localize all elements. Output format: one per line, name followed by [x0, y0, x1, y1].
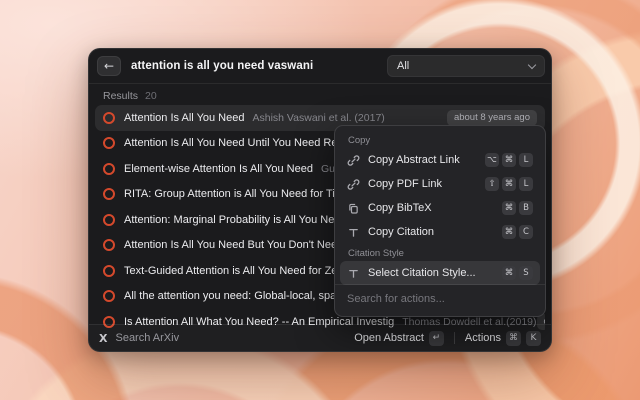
section-header-copy: Copy	[340, 131, 540, 148]
arxiv-result-icon	[103, 290, 115, 302]
cmd-keycap: ⌘	[506, 331, 521, 346]
menu-item-label: Copy BibTeX	[368, 202, 432, 214]
filter-dropdown[interactable]: All	[387, 55, 545, 77]
arxiv-result-icon	[103, 163, 115, 175]
menu-item-label: Select Citation Style...	[368, 267, 476, 279]
back-button[interactable]: ←	[97, 56, 121, 76]
launcher-window: ← attention is all you need vaswani All …	[88, 48, 552, 352]
shift-keycap: ⇧	[485, 177, 499, 191]
menu-item-label: Copy PDF Link	[368, 178, 442, 190]
menu-item-copy-bibtex[interactable]: Copy BibTeX ⌘ B	[340, 196, 540, 220]
cmd-keycap: ⌘	[502, 225, 516, 239]
cmd-keycap: ⌘	[502, 201, 516, 215]
s-keycap: S	[519, 266, 533, 280]
actions-button[interactable]: Actions	[465, 332, 501, 344]
text-icon	[347, 267, 360, 280]
copy-icon	[347, 202, 360, 215]
menu-item-label: Copy Abstract Link	[368, 154, 460, 166]
actions-panel: Copy Copy Abstract Link ⌥ ⌘ L Copy PDF L…	[334, 125, 546, 317]
cmd-keycap: ⌘	[502, 177, 516, 191]
result-title: Element-wise Attention Is All You Need	[124, 163, 313, 175]
c-keycap: C	[519, 225, 533, 239]
l-keycap: L	[519, 177, 533, 191]
arxiv-logo-icon: X	[99, 332, 107, 345]
arxiv-result-icon	[103, 214, 115, 226]
section-header-citation-style: Citation Style	[340, 244, 540, 261]
arxiv-result-icon	[103, 188, 115, 200]
arxiv-result-icon	[103, 112, 115, 124]
results-label: Results	[103, 90, 138, 102]
shortcut-keys: ⇧ ⌘ L	[485, 177, 533, 191]
menu-divider	[335, 284, 545, 285]
chevron-down-icon	[528, 60, 536, 68]
cmd-keycap: ⌘	[502, 153, 516, 167]
result-subtitle: Ashish Vaswani et al. (2017)	[252, 112, 384, 124]
shortcut-keys: ⌥ ⌘ L	[485, 153, 533, 167]
footer-source-label: Search ArXiv	[115, 332, 179, 344]
cmd-keycap: ⌘	[502, 266, 516, 280]
open-abstract-action[interactable]: Open Abstract	[354, 332, 424, 344]
menu-item-copy-abstract-link[interactable]: Copy Abstract Link ⌥ ⌘ L	[340, 148, 540, 172]
shortcut-keys: ⌘ C	[502, 225, 533, 239]
link-icon	[347, 154, 360, 167]
results-header: Results 20	[103, 90, 157, 102]
arxiv-result-icon	[103, 265, 115, 277]
option-keycap: ⌥	[485, 153, 499, 167]
filter-dropdown-value: All	[397, 60, 409, 72]
back-arrow-icon: ←	[104, 60, 114, 72]
actions-search-input[interactable]	[347, 289, 533, 309]
arxiv-result-icon	[103, 239, 115, 251]
result-age-badge: about 8 years ago	[447, 110, 537, 126]
result-title: Attention Is All You Need	[124, 112, 244, 124]
search-query-text[interactable]: attention is all you need vaswani	[131, 60, 313, 72]
arxiv-result-icon	[103, 137, 115, 149]
topbar-divider	[89, 83, 551, 84]
menu-item-copy-pdf-link[interactable]: Copy PDF Link ⇧ ⌘ L	[340, 172, 540, 196]
menu-item-copy-citation[interactable]: Copy Citation ⌘ C	[340, 220, 540, 244]
search-topbar: ← attention is all you need vaswani All	[89, 49, 551, 83]
enter-keycap: ↵	[429, 331, 444, 346]
footer-actions: Open Abstract ↵ Actions ⌘ K	[354, 331, 541, 346]
b-keycap: B	[519, 201, 533, 215]
menu-item-select-citation-style[interactable]: Select Citation Style... ⌘ S	[340, 261, 540, 285]
footer-bar: X Search ArXiv Open Abstract ↵ Actions ⌘…	[89, 324, 551, 351]
screen: ← attention is all you need vaswani All …	[0, 0, 640, 400]
text-icon	[347, 226, 360, 239]
l-keycap: L	[519, 153, 533, 167]
link-icon	[347, 178, 360, 191]
result-title: Attention: Marginal Probability is All Y…	[124, 214, 353, 226]
k-keycap: K	[526, 331, 541, 346]
footer-divider	[454, 332, 455, 344]
shortcut-keys: ⌘ B	[502, 201, 533, 215]
shortcut-keys: ⌘ S	[502, 266, 533, 280]
results-count: 20	[145, 90, 157, 102]
menu-item-label: Copy Citation	[368, 226, 434, 238]
